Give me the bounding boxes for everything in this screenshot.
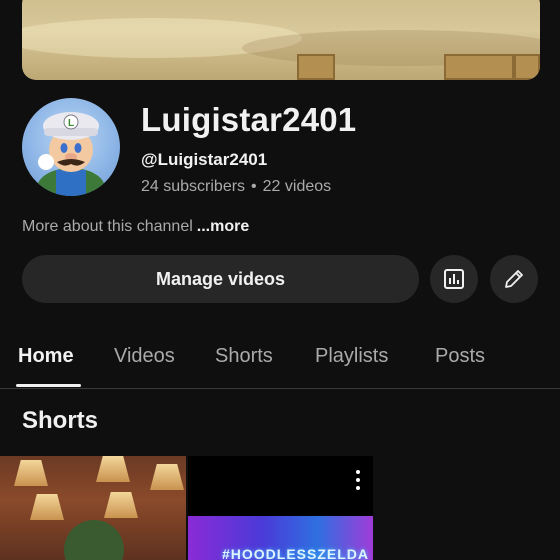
channel-tabs: Home Videos Shorts Playlists Posts bbox=[0, 335, 560, 389]
character-silhouette bbox=[64, 520, 124, 560]
channel-handle: @Luigistar2401 bbox=[141, 150, 268, 169]
about-text: More about this channel bbox=[22, 218, 193, 235]
analytics-button[interactable] bbox=[430, 255, 478, 303]
video-count: 22 videos bbox=[262, 178, 332, 195]
about-more[interactable]: ...more bbox=[197, 218, 249, 235]
tab-posts[interactable]: Posts bbox=[435, 345, 485, 368]
stats-separator: • bbox=[251, 178, 257, 195]
channel-stats: 24 subscribers • 22 videos bbox=[141, 178, 331, 196]
lamp-decor bbox=[14, 460, 48, 486]
channel-banner bbox=[22, 0, 540, 80]
channel-avatar[interactable]: L bbox=[22, 98, 120, 196]
banner-block bbox=[514, 54, 540, 80]
edit-channel-button[interactable] bbox=[490, 255, 538, 303]
tab-playlists[interactable]: Playlists bbox=[315, 345, 388, 368]
tab-videos[interactable]: Videos bbox=[114, 345, 175, 368]
analytics-icon bbox=[444, 269, 464, 289]
svg-text:L: L bbox=[68, 118, 74, 129]
lamp-decor bbox=[96, 456, 130, 482]
active-tab-indicator bbox=[16, 384, 81, 387]
tab-home[interactable]: Home bbox=[18, 345, 74, 368]
more-vert-icon[interactable] bbox=[355, 470, 361, 490]
short-thumbnail[interactable] bbox=[0, 456, 186, 560]
channel-about-link[interactable]: More about this channel ...more bbox=[22, 218, 249, 236]
shorts-section-title: Shorts bbox=[22, 407, 99, 434]
lamp-decor bbox=[104, 492, 138, 518]
channel-name: Luigistar2401 bbox=[141, 101, 357, 138]
pencil-icon bbox=[505, 270, 523, 288]
subscriber-count: 24 subscribers bbox=[141, 178, 246, 195]
tab-shorts[interactable]: Shorts bbox=[215, 345, 273, 368]
lamp-decor bbox=[150, 464, 184, 490]
luigi-avatar-image: L bbox=[37, 112, 105, 196]
lamp-decor bbox=[30, 494, 64, 520]
manage-videos-button[interactable]: Manage videos bbox=[22, 255, 419, 303]
banner-block bbox=[297, 54, 335, 80]
short-thumbnail[interactable]: #HOODLESSZELDA bbox=[188, 456, 373, 560]
short-overlay-text: #HOODLESSZELDA bbox=[222, 546, 370, 560]
banner-block bbox=[444, 54, 514, 80]
